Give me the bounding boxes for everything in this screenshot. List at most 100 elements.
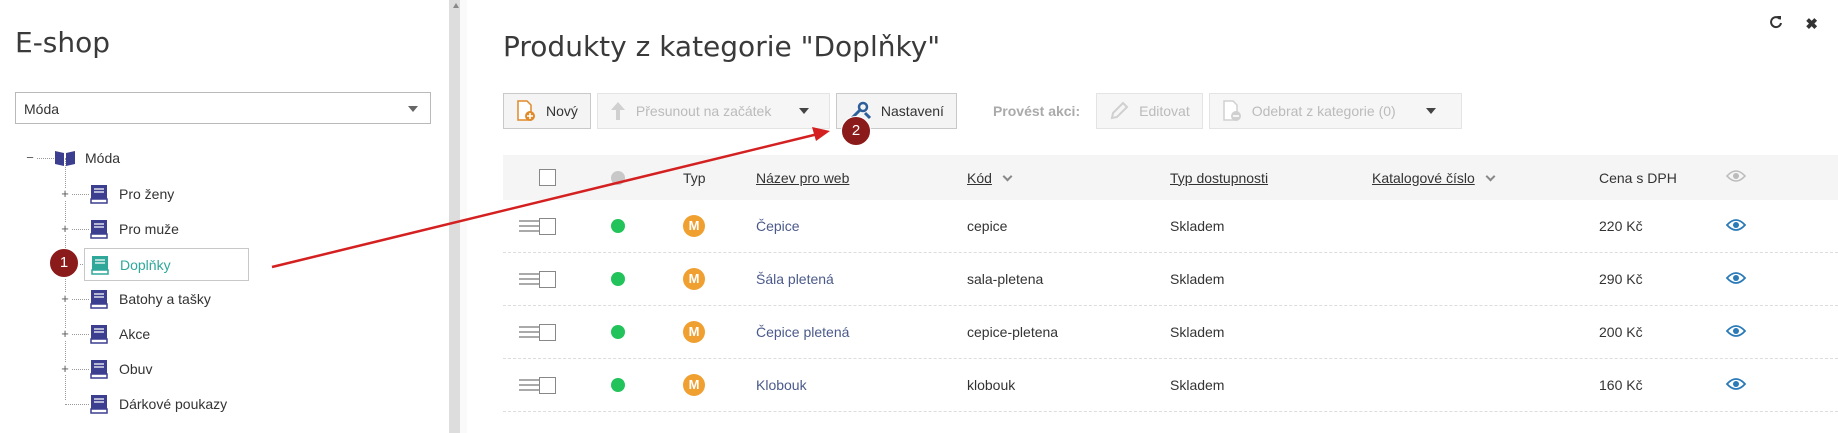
product-name[interactable]: Čepice pletená <box>756 324 967 340</box>
book-icon <box>88 184 110 204</box>
eye-icon[interactable] <box>1725 169 1776 186</box>
product-price: 200 Kč <box>1599 324 1643 340</box>
book-icon <box>88 289 110 309</box>
tree-node-batohy[interactable]: Batohy a tašky <box>88 284 211 314</box>
tree-node-label: Batohy a tašky <box>119 291 211 307</box>
expand-icon[interactable]: + <box>59 362 71 375</box>
product-availability: Skladem <box>1170 377 1225 393</box>
product-availability: Skladem <box>1170 324 1225 340</box>
expand-icon[interactable]: + <box>59 187 71 200</box>
product-code: cepice <box>967 218 1008 234</box>
close-icon[interactable]: ✖ <box>1805 15 1818 33</box>
product-code: sala-pletena <box>967 271 1044 287</box>
open-book-icon <box>54 148 76 168</box>
remove-from-category-button[interactable]: Odebrat z kategorie (0) <box>1208 93 1462 129</box>
window-controls: ✖ <box>1769 15 1818 33</box>
sort-chevron-icon[interactable] <box>1485 171 1496 181</box>
remove-from-category-label: Odebrat z kategorie (0) <box>1251 103 1396 119</box>
book-icon <box>89 255 111 275</box>
select-all-checkbox[interactable] <box>539 169 556 186</box>
drag-handle-icon[interactable] <box>519 220 541 232</box>
app-root: E-shop Móda − + + + + + Móda Pro ženy Pr… <box>0 0 1838 433</box>
type-badge: M <box>683 215 705 237</box>
row-checkbox[interactable] <box>539 270 556 288</box>
product-price: 160 Kč <box>1599 377 1643 393</box>
product-name[interactable]: Čepice <box>756 218 967 234</box>
collapse-icon[interactable]: − <box>24 151 36 164</box>
tree-node-darkove-poukazy[interactable]: Dárkové poukazy <box>88 389 227 419</box>
book-icon <box>88 394 110 414</box>
drag-handle-icon[interactable] <box>519 273 541 285</box>
column-availability[interactable]: Typ dostupnosti <box>1170 170 1268 186</box>
drag-handle-icon[interactable] <box>519 326 541 338</box>
status-dot <box>611 325 625 339</box>
type-badge: M <box>683 374 705 396</box>
arrow-up-icon[interactable] <box>453 3 459 8</box>
move-to-start-button[interactable]: Přesunout na začátek <box>596 93 830 129</box>
eye-icon[interactable] <box>1725 218 1776 235</box>
product-price: 290 Kč <box>1599 271 1643 287</box>
sort-chevron-icon[interactable] <box>1002 171 1013 181</box>
new-button[interactable]: Nový <box>503 93 591 129</box>
pencil-icon <box>1109 101 1129 121</box>
table-row[interactable]: M Čepice pletená cepice-pletena Skladem … <box>503 306 1838 359</box>
chevron-down-icon[interactable] <box>408 106 418 112</box>
drag-handle-icon[interactable] <box>519 379 541 391</box>
new-button-label: Nový <box>546 103 578 119</box>
toolbar: Nový Přesunout na začátek Nastavení Prov… <box>503 93 1468 129</box>
table-row[interactable]: M Šála pletená sala-pletena Skladem 290 … <box>503 253 1838 306</box>
step-marker-1: 1 <box>49 248 79 278</box>
column-catalog-number[interactable]: Katalogové číslo <box>1372 170 1475 186</box>
tree-node-label: Obuv <box>119 361 153 377</box>
tree-node-doplnky[interactable]: Doplňky <box>84 248 249 281</box>
expand-icon[interactable]: + <box>59 292 71 305</box>
panel-splitter[interactable] <box>449 0 460 433</box>
remove-document-icon <box>1222 100 1242 122</box>
product-availability: Skladem <box>1170 218 1225 234</box>
eye-icon[interactable] <box>1725 324 1776 341</box>
product-name[interactable]: Klobouk <box>756 377 967 393</box>
status-dot <box>611 219 625 233</box>
product-code: cepice-pletena <box>967 324 1059 340</box>
expand-icon[interactable]: + <box>59 327 71 340</box>
product-price: 220 Kč <box>1599 218 1643 234</box>
column-code[interactable]: Kód <box>967 170 992 186</box>
category-tree: − + + + + + Móda Pro ženy Pro muže Doplň… <box>0 140 449 430</box>
row-checkbox[interactable] <box>539 376 556 394</box>
tree-node-pro-zeny[interactable]: Pro ženy <box>88 179 174 209</box>
product-name[interactable]: Šála pletená <box>756 271 967 287</box>
tree-node-label: Dárkové poukazy <box>119 396 228 412</box>
chevron-down-icon[interactable] <box>799 108 810 114</box>
table-row[interactable]: M Klobouk klobouk Skladem 160 Kč <box>503 359 1838 412</box>
refresh-icon[interactable] <box>1769 15 1783 33</box>
eye-icon[interactable] <box>1725 271 1776 288</box>
tree-node-akce[interactable]: Akce <box>88 319 150 349</box>
table-row[interactable]: M Čepice cepice Skladem 220 Kč <box>503 200 1838 253</box>
column-price: Cena s DPH <box>1599 169 1677 186</box>
status-dot <box>611 272 625 286</box>
expand-icon[interactable]: + <box>59 222 71 235</box>
row-checkbox[interactable] <box>539 217 556 235</box>
category-select[interactable]: Móda <box>15 92 431 124</box>
page-title: Produkty z kategorie "Doplňky" <box>503 30 941 63</box>
eye-icon[interactable] <box>1725 377 1776 394</box>
tree-node-moda[interactable]: Móda <box>54 143 120 173</box>
column-name[interactable]: Název pro web <box>756 170 849 186</box>
category-panel: E-shop Móda − + + + + + Móda Pro ženy Pr… <box>0 0 449 433</box>
product-availability: Skladem <box>1170 271 1225 287</box>
tree-node-obuv[interactable]: Obuv <box>88 354 152 384</box>
tree-node-label: Móda <box>85 150 121 166</box>
product-code: klobouk <box>967 377 1016 393</box>
tree-node-label: Akce <box>119 326 151 342</box>
book-icon <box>88 219 110 239</box>
tree-connector <box>65 404 89 405</box>
tree-node-pro-muze[interactable]: Pro muže <box>88 214 179 244</box>
chevron-down-icon[interactable] <box>1425 108 1436 114</box>
edit-label: Editovat <box>1139 103 1190 119</box>
status-column-icon <box>611 170 625 185</box>
type-badge: M <box>683 321 705 343</box>
edit-button[interactable]: Editovat <box>1096 93 1203 129</box>
book-icon <box>88 324 110 344</box>
row-checkbox[interactable] <box>539 323 556 341</box>
type-badge: M <box>683 268 705 290</box>
